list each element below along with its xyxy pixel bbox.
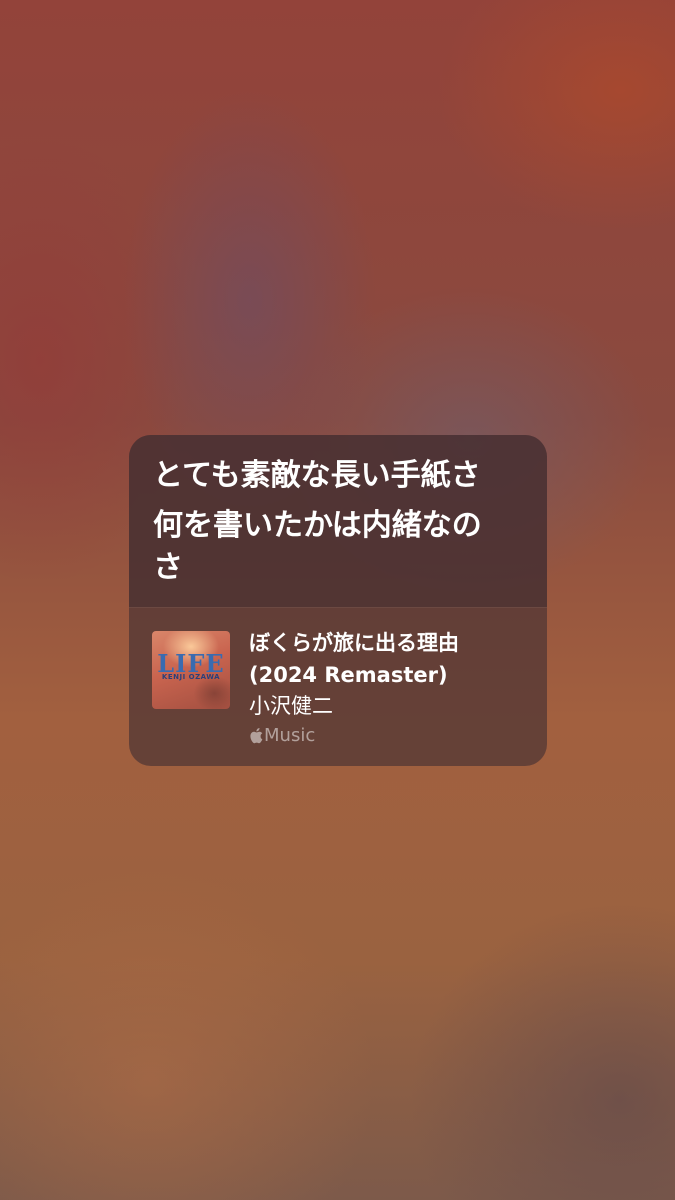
track-title-line-2: (2024 Remaster) [249, 663, 448, 687]
lyric-line-3: さ [153, 550, 183, 585]
lyric-line-1: とても素敵な長い手紙さ [153, 458, 481, 493]
lyric-line-2: 何を書いたかは内緒なの [153, 508, 482, 543]
artist-name: 小沢健二 [249, 694, 333, 718]
artwork-subtitle: KENJI OZAWA [161, 673, 221, 681]
track-title-line-1: ぼくらが旅に出る理由 [249, 631, 459, 655]
apple-music-badge: Music [249, 724, 315, 746]
lyrics-share-card[interactable]: とても素敵な長い手紙さ 何を書いたかは内緒なの さ LIFE KENJI OZA… [129, 435, 547, 766]
divider [129, 607, 547, 608]
lyrics-section: とても素敵な長い手紙さ 何を書いたかは内緒なの さ [129, 435, 547, 607]
album-artwork[interactable]: LIFE KENJI OZAWA [152, 631, 230, 709]
music-label: Music [264, 724, 316, 746]
apple-icon [250, 727, 263, 743]
